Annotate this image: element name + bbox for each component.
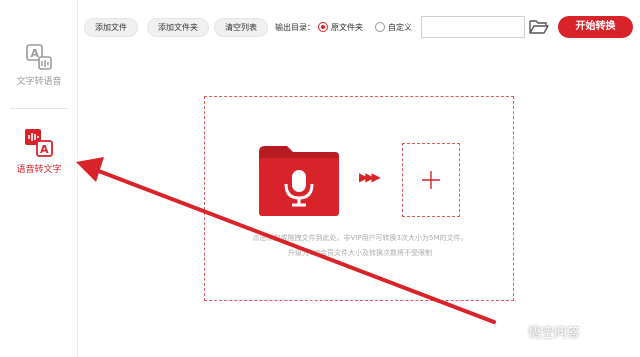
toolbar: 添加文件 添加文件夹 清空列表 输出目录： 原文件夹 自定义 开始转换 <box>78 0 640 52</box>
drop-hint-line1: 点击添加或拖拽文件到此处。非VIP用户可转换3次大小为5M的文件。 <box>252 234 468 242</box>
sidebar-item-text-to-speech[interactable]: A 文字转语音 <box>0 44 78 87</box>
add-file-area[interactable] <box>402 143 460 217</box>
radio-custom[interactable] <box>375 22 385 32</box>
output-path-input[interactable] <box>421 16 525 38</box>
open-folder-icon[interactable] <box>529 18 549 36</box>
watermark: 悟空问答 <box>528 326 581 341</box>
sidebar-item-label: 文字转语音 <box>16 77 62 87</box>
arrow-right-icon: ▶▶▶ <box>359 170 381 184</box>
custom-label[interactable]: 自定义 <box>388 18 412 37</box>
clear-list-button[interactable]: 清空列表 <box>214 18 268 37</box>
text-to-speech-icon: A <box>26 44 52 70</box>
svg-text:A: A <box>40 143 49 156</box>
add-file-button[interactable]: 添加文件 <box>84 18 138 37</box>
output-directory-label: 输出目录： <box>275 23 315 32</box>
microphone-folder-icon <box>259 146 339 216</box>
sidebar-item-label: 语音转文字 <box>16 165 62 175</box>
start-convert-button[interactable]: 开始转换 <box>558 16 633 38</box>
drop-hint-line2: 升级为VIP会员文件大小及转换次数将不受限制 <box>287 249 433 257</box>
drop-zone[interactable]: ▶▶▶ 点击添加或拖拽文件到此处。非VIP用户可转换3次大小为5M的文件。 升级… <box>204 96 514 301</box>
speech-to-text-icon: A <box>25 129 53 157</box>
source-folder-label[interactable]: 原文件夹 <box>331 18 363 37</box>
sidebar: A 文字转语音 A 语音转文字 <box>0 0 78 357</box>
add-folder-button[interactable]: 添加文件夹 <box>147 18 209 37</box>
svg-text:A: A <box>31 47 40 60</box>
sidebar-item-speech-to-text[interactable]: A 语音转文字 <box>0 128 78 175</box>
sidebar-divider <box>10 108 68 109</box>
plus-icon <box>422 171 440 189</box>
radio-source-folder[interactable] <box>318 22 328 32</box>
